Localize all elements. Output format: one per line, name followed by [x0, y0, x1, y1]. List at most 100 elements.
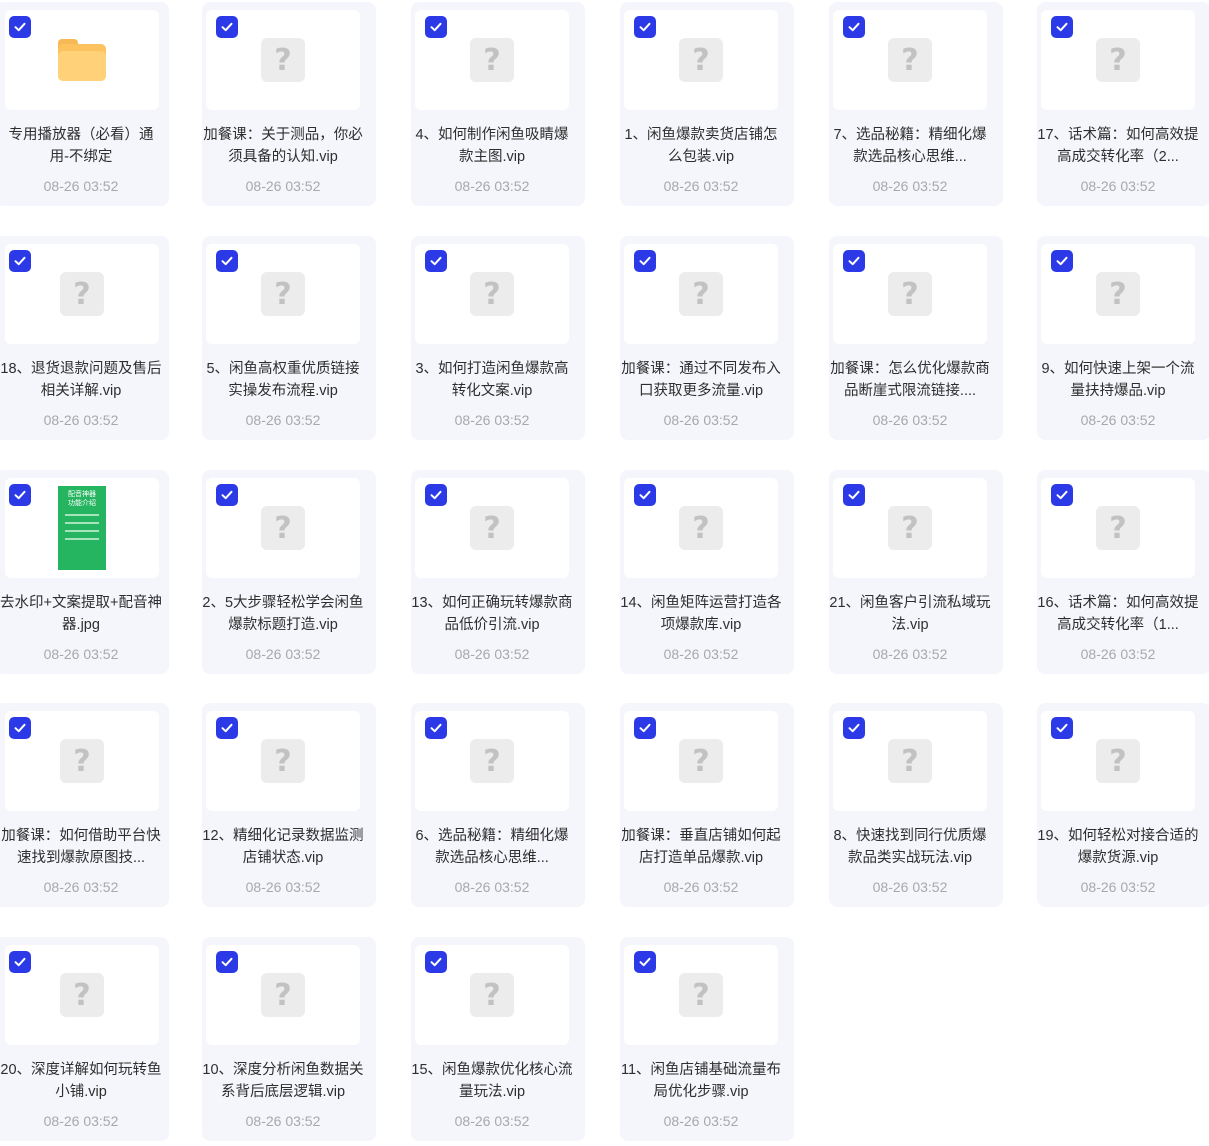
file-card[interactable]: ? 12、精细化记录数据监测店铺状态.vip 08-26 03:52 [202, 703, 376, 907]
selected-checkbox[interactable] [634, 16, 656, 38]
file-date: 08-26 03:52 [663, 646, 739, 662]
selected-checkbox[interactable] [425, 484, 447, 506]
file-date: 08-26 03:52 [454, 412, 530, 428]
selected-checkbox[interactable] [1051, 250, 1073, 272]
file-card[interactable]: ? 19、如何轻松对接合适的爆款货源.vip 08-26 03:52 [1037, 703, 1209, 907]
selected-checkbox[interactable] [1051, 717, 1073, 739]
selected-checkbox[interactable] [634, 250, 656, 272]
file-card[interactable]: ? 1、闲鱼爆款卖货店铺怎么包装.vip 08-26 03:52 [620, 2, 794, 206]
file-name[interactable]: 17、话术篇：如何高效提高成交转化率（2... [1037, 124, 1199, 168]
unknown-file-icon: ? [261, 272, 305, 316]
selected-checkbox[interactable] [9, 16, 31, 38]
file-card[interactable]: ? 加餐课：通过不同发布入口获取更多流量.vip 08-26 03:52 [620, 236, 794, 440]
file-date: 08-26 03:52 [43, 1113, 119, 1129]
unknown-file-icon: ? [261, 973, 305, 1017]
selected-checkbox[interactable] [216, 717, 238, 739]
file-name[interactable]: 15、闲鱼爆款优化核心流量玩法.vip [411, 1059, 573, 1103]
file-card[interactable]: ? 8、快速找到同行优质爆款品类实战玩法.vip 08-26 03:52 [829, 703, 1003, 907]
file-card[interactable]: ? 20、深度详解如何玩转鱼小铺.vip 08-26 03:52 [0, 937, 169, 1141]
file-name[interactable]: 9、如何快速上架一个流量扶持爆品.vip [1037, 358, 1199, 402]
file-card[interactable]: ? 17、话术篇：如何高效提高成交转化率（2... 08-26 03:52 [1037, 2, 1209, 206]
file-card[interactable]: ? 9、如何快速上架一个流量扶持爆品.vip 08-26 03:52 [1037, 236, 1209, 440]
selected-checkbox[interactable] [216, 951, 238, 973]
file-name[interactable]: 加餐课：垂直店铺如何起店打造单品爆款.vip [620, 825, 782, 869]
file-date: 08-26 03:52 [872, 879, 948, 895]
selected-checkbox[interactable] [425, 16, 447, 38]
selected-checkbox[interactable] [634, 484, 656, 506]
file-name[interactable]: 6、选品秘籍：精细化爆款选品核心思维... [411, 825, 573, 869]
selected-checkbox[interactable] [425, 250, 447, 272]
file-card[interactable]: 专用播放器（必看）通用-不绑定 08-26 03:52 [0, 2, 169, 206]
file-card[interactable]: ? 11、闲鱼店铺基础流量布局优化步骤.vip 08-26 03:52 [620, 937, 794, 1141]
selected-checkbox[interactable] [843, 250, 865, 272]
file-name[interactable]: 10、深度分析闲鱼数据关系背后底层逻辑.vip [202, 1059, 364, 1103]
file-card[interactable]: ? 4、如何制作闲鱼吸睛爆款主图.vip 08-26 03:52 [411, 2, 585, 206]
selected-checkbox[interactable] [9, 717, 31, 739]
selected-checkbox[interactable] [216, 16, 238, 38]
file-name[interactable]: 18、退货退款问题及售后相关详解.vip [0, 358, 162, 402]
file-card[interactable]: ? 10、深度分析闲鱼数据关系背后底层逻辑.vip 08-26 03:52 [202, 937, 376, 1141]
file-name[interactable]: 13、如何正确玩转爆款商品低价引流.vip [411, 592, 573, 636]
file-date: 08-26 03:52 [43, 412, 119, 428]
image-preview: 配音神器 功能介绍 [58, 486, 106, 570]
file-card[interactable]: ? 16、话术篇：如何高效提高成交转化率（1... 08-26 03:52 [1037, 470, 1209, 674]
file-name[interactable]: 5、闲鱼高权重优质链接实操发布流程.vip [202, 358, 364, 402]
file-card[interactable]: 配音神器 功能介绍 去水印+文案提取+配音神器.jpg 08-26 03:52 [0, 470, 169, 674]
checkmark-icon [1056, 22, 1068, 32]
selected-checkbox[interactable] [425, 951, 447, 973]
file-name[interactable]: 1、闲鱼爆款卖货店铺怎么包装.vip [620, 124, 782, 168]
unknown-file-icon: ? [60, 739, 104, 783]
file-name[interactable]: 专用播放器（必看）通用-不绑定 [0, 124, 162, 168]
unknown-file-icon: ? [888, 739, 932, 783]
selected-checkbox[interactable] [9, 250, 31, 272]
file-name[interactable]: 加餐课：关于测品，你必须具备的认知.vip [202, 124, 364, 168]
file-card[interactable]: ? 加餐课：关于测品，你必须具备的认知.vip 08-26 03:52 [202, 2, 376, 206]
file-name[interactable]: 11、闲鱼店铺基础流量布局优化步骤.vip [620, 1059, 782, 1103]
file-name[interactable]: 12、精细化记录数据监测店铺状态.vip [202, 825, 364, 869]
checkmark-icon [221, 957, 233, 967]
file-card[interactable]: ? 3、如何打造闲鱼爆款高转化文案.vip 08-26 03:52 [411, 236, 585, 440]
file-card[interactable]: ? 14、闲鱼矩阵运营打造各项爆款库.vip 08-26 03:52 [620, 470, 794, 674]
selected-checkbox[interactable] [216, 484, 238, 506]
file-card[interactable]: ? 加餐课：垂直店铺如何起店打造单品爆款.vip 08-26 03:52 [620, 703, 794, 907]
selected-checkbox[interactable] [1051, 484, 1073, 506]
file-card[interactable]: ? 7、选品秘籍：精细化爆款选品核心思维... 08-26 03:52 [829, 2, 1003, 206]
file-name[interactable]: 4、如何制作闲鱼吸睛爆款主图.vip [411, 124, 573, 168]
file-name[interactable]: 2、5大步骤轻松学会闲鱼爆款标题打造.vip [202, 592, 364, 636]
selected-checkbox[interactable] [843, 16, 865, 38]
file-card[interactable]: ? 18、退货退款问题及售后相关详解.vip 08-26 03:52 [0, 236, 169, 440]
file-name[interactable]: 加餐课：通过不同发布入口获取更多流量.vip [620, 358, 782, 402]
file-card[interactable]: ? 13、如何正确玩转爆款商品低价引流.vip 08-26 03:52 [411, 470, 585, 674]
checkmark-icon [848, 22, 860, 32]
file-card[interactable]: ? 加餐课：如何借助平台快速找到爆款原图技... 08-26 03:52 [0, 703, 169, 907]
checkmark-icon [14, 723, 26, 733]
selected-checkbox[interactable] [425, 717, 447, 739]
file-date: 08-26 03:52 [872, 178, 948, 194]
file-card[interactable]: ? 21、闲鱼客户引流私域玩法.vip 08-26 03:52 [829, 470, 1003, 674]
file-name[interactable]: 加餐课：怎么优化爆款商品断崖式限流链接.... [829, 358, 991, 402]
file-name[interactable]: 去水印+文案提取+配音神器.jpg [0, 592, 162, 636]
checkmark-icon [14, 957, 26, 967]
file-name[interactable]: 21、闲鱼客户引流私域玩法.vip [829, 592, 991, 636]
file-card[interactable]: ? 加餐课：怎么优化爆款商品断崖式限流链接.... 08-26 03:52 [829, 236, 1003, 440]
file-card[interactable]: ? 2、5大步骤轻松学会闲鱼爆款标题打造.vip 08-26 03:52 [202, 470, 376, 674]
selected-checkbox[interactable] [216, 250, 238, 272]
selected-checkbox[interactable] [634, 717, 656, 739]
file-card[interactable]: ? 5、闲鱼高权重优质链接实操发布流程.vip 08-26 03:52 [202, 236, 376, 440]
file-name[interactable]: 7、选品秘籍：精细化爆款选品核心思维... [829, 124, 991, 168]
selected-checkbox[interactable] [843, 484, 865, 506]
file-name[interactable]: 19、如何轻松对接合适的爆款货源.vip [1037, 825, 1199, 869]
selected-checkbox[interactable] [634, 951, 656, 973]
selected-checkbox[interactable] [843, 717, 865, 739]
selected-checkbox[interactable] [9, 484, 31, 506]
selected-checkbox[interactable] [9, 951, 31, 973]
file-name[interactable]: 8、快速找到同行优质爆款品类实战玩法.vip [829, 825, 991, 869]
file-card[interactable]: ? 15、闲鱼爆款优化核心流量玩法.vip 08-26 03:52 [411, 937, 585, 1141]
selected-checkbox[interactable] [1051, 16, 1073, 38]
file-name[interactable]: 3、如何打造闲鱼爆款高转化文案.vip [411, 358, 573, 402]
file-name[interactable]: 加餐课：如何借助平台快速找到爆款原图技... [0, 825, 162, 869]
file-card[interactable]: ? 6、选品秘籍：精细化爆款选品核心思维... 08-26 03:52 [411, 703, 585, 907]
file-name[interactable]: 14、闲鱼矩阵运营打造各项爆款库.vip [620, 592, 782, 636]
file-name[interactable]: 20、深度详解如何玩转鱼小铺.vip [0, 1059, 162, 1103]
file-name[interactable]: 16、话术篇：如何高效提高成交转化率（1... [1037, 592, 1199, 636]
